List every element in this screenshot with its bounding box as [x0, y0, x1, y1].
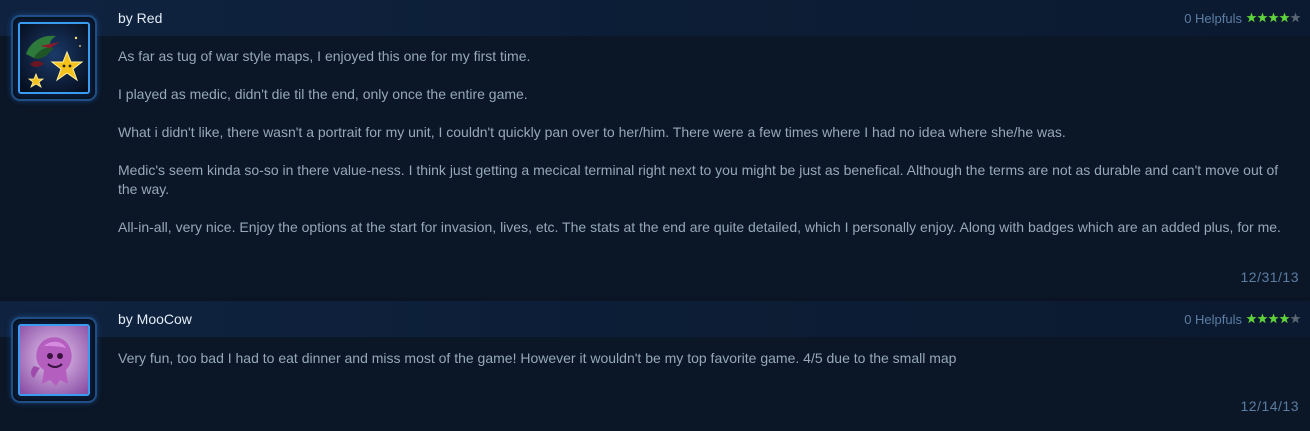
star-filled-icon [1279, 313, 1290, 324]
helpfuls-count[interactable]: 0 Helpfuls [1184, 11, 1242, 26]
review-paragraph: All-in-all, very nice. Enjoy the options… [118, 219, 1281, 235]
pink-creature-portrait-icon [18, 324, 90, 396]
star-filled-icon [1246, 12, 1257, 23]
review-paragraph: What i didn't like, there wasn't a portr… [118, 124, 1066, 140]
rating-stars [1246, 313, 1302, 325]
review-paragraph: As far as tug of war style maps, I enjoy… [118, 48, 531, 64]
star-filled-icon [1279, 12, 1290, 23]
review-paragraph: Very fun, too bad I had to eat dinner an… [118, 350, 957, 366]
review-item: by MooCow 0 Helpfuls Very fun, too bad I… [0, 301, 1310, 431]
star-filled-icon [1257, 313, 1268, 324]
review-header [0, 301, 1310, 337]
review-author[interactable]: by Red [118, 10, 162, 26]
hydralisk-star-portrait-icon [18, 22, 90, 94]
avatar[interactable] [11, 317, 97, 403]
review-date: 12/31/13 [1240, 269, 1299, 285]
review-author[interactable]: by MooCow [118, 311, 192, 327]
review-paragraph: I played as medic, didn't die til the en… [118, 86, 528, 102]
star-empty-icon [1290, 12, 1301, 23]
avatar[interactable] [11, 15, 97, 101]
review-paragraph: Medic's seem kinda so-so in there value-… [118, 162, 1279, 197]
star-filled-icon [1268, 12, 1279, 23]
star-filled-icon [1257, 12, 1268, 23]
rating-stars [1246, 12, 1302, 24]
star-empty-icon [1290, 313, 1301, 324]
review-date: 12/14/13 [1240, 398, 1299, 414]
star-filled-icon [1268, 313, 1279, 324]
star-filled-icon [1246, 313, 1257, 324]
reviews-page: by Red 0 Helpfuls As far as tug of war s… [0, 0, 1310, 431]
helpfuls-count[interactable]: 0 Helpfuls [1184, 312, 1242, 327]
review-item: by Red 0 Helpfuls As far as tug of war s… [0, 0, 1310, 297]
review-header [0, 0, 1310, 36]
